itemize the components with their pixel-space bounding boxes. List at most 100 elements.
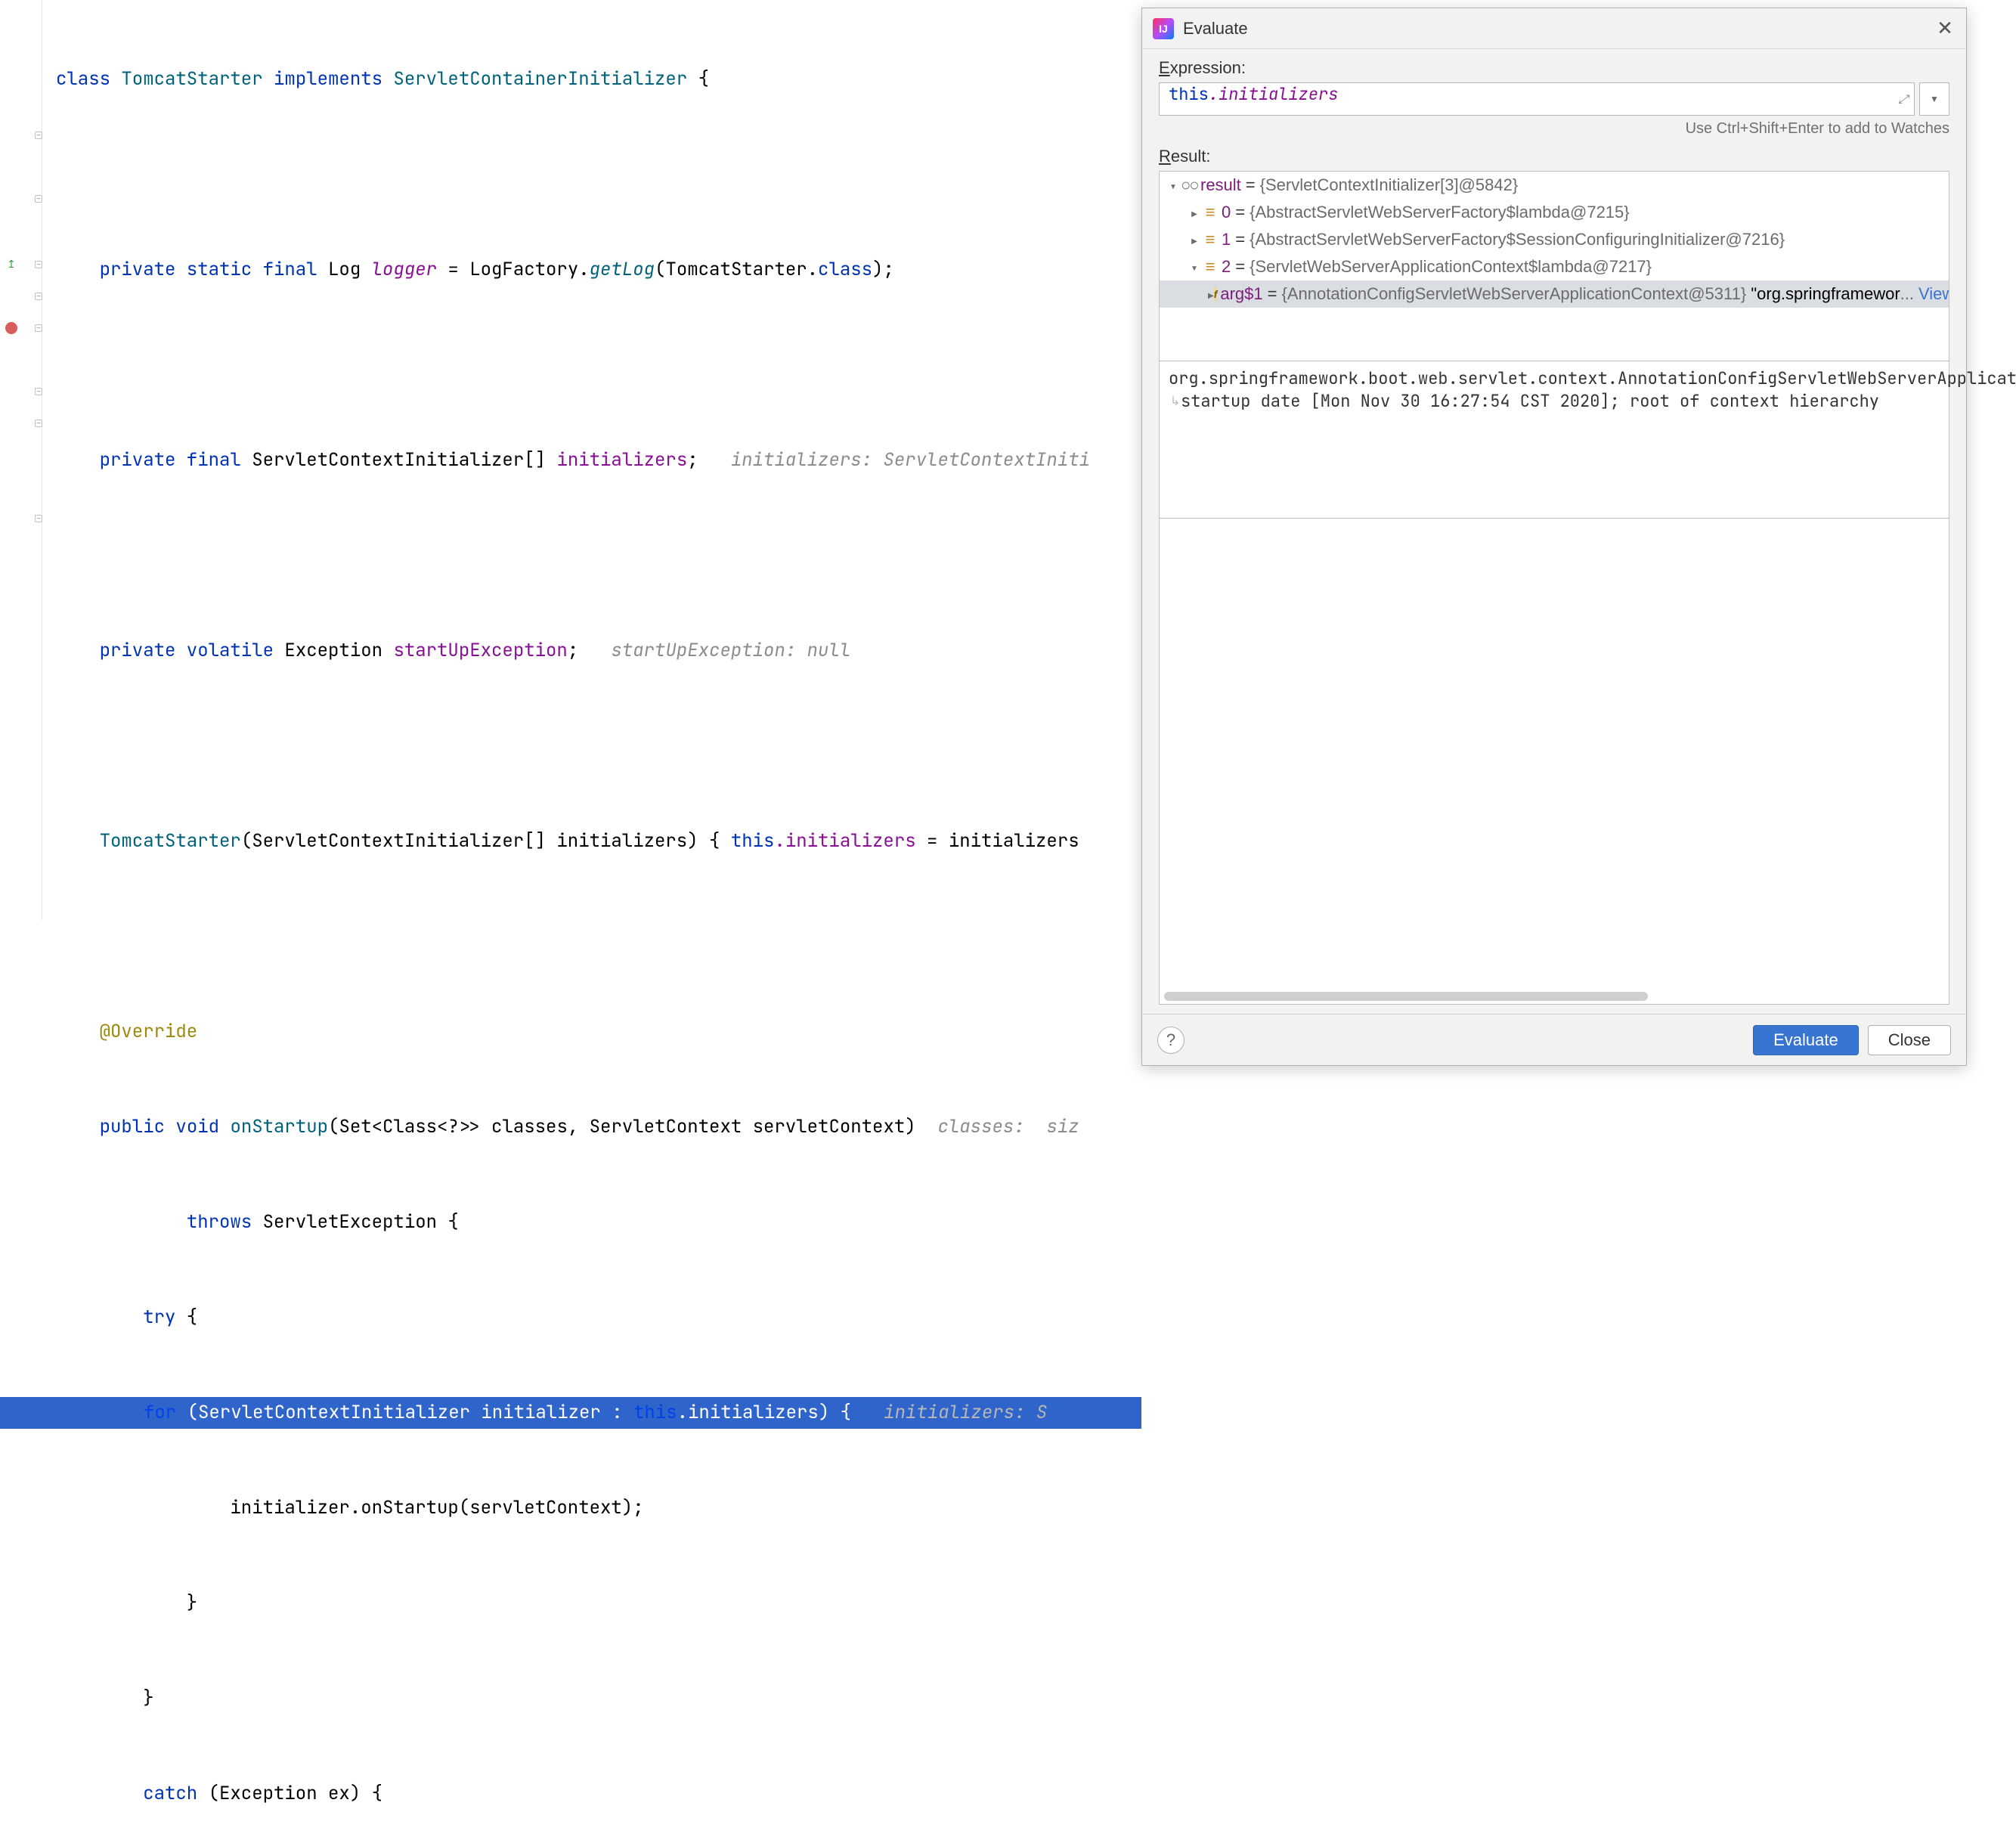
statement: initializer.onStartup(servletContext); [230, 1496, 643, 1519]
fold-toggle[interactable]: − [32, 192, 45, 206]
code: (TomcatStarter. [655, 258, 818, 281]
modifiers: private final [100, 448, 241, 472]
tree-key: arg$1 [1220, 284, 1262, 304]
method: onStartup [230, 1115, 328, 1138]
tree-expand-icon[interactable] [1187, 206, 1202, 218]
close-button[interactable]: Close [1868, 1025, 1951, 1055]
help-button[interactable]: ? [1157, 1027, 1185, 1054]
modifiers: private volatile [100, 639, 274, 662]
current-execution-line: for (ServletContextInitializer initializ… [0, 1397, 1141, 1429]
editor-gutter[interactable]: ↥ − − − − − − − − [0, 0, 42, 920]
tree-expand-icon[interactable] [1187, 261, 1202, 273]
code: (ServletContextInitializer initializer : [176, 1401, 633, 1424]
params: (ServletContextInitializer[] initializer… [241, 829, 731, 853]
modified-line-indicator: ↥ [5, 257, 18, 271]
tree-row-arg1[interactable]: f arg$1 = {AnnotationConfigServletWebSer… [1160, 280, 1949, 308]
tree-expand-icon[interactable] [1187, 234, 1202, 246]
code: ); [872, 258, 894, 281]
result-tree[interactable]: ○○ result = {ServletContextInitializer[3… [1159, 171, 1949, 361]
field: .initializers [774, 829, 915, 853]
tree-key: 0 [1222, 203, 1231, 222]
modifiers: private static final [100, 258, 317, 281]
keyword: for [144, 1401, 176, 1424]
ellipsis: ... [1900, 284, 1914, 304]
evaluate-button[interactable]: Evaluate [1753, 1025, 1859, 1055]
detail-line: startup date [Mon Nov 30 16:27:54 CST 20… [1181, 390, 1879, 412]
code: ) { [819, 1401, 851, 1424]
expression-input[interactable]: this.initializers ⤢ [1159, 82, 1915, 116]
expand-icon[interactable]: ⤢ [1898, 91, 1908, 107]
fold-toggle[interactable]: − [32, 385, 45, 398]
fold-toggle[interactable]: − [32, 512, 45, 525]
label-text: xpression: [1170, 58, 1246, 77]
keyword: class [818, 258, 872, 281]
tree-row-result[interactable]: ○○ result = {ServletContextInitializer[3… [1160, 172, 1949, 199]
type: Log [328, 258, 361, 281]
fold-toggle[interactable]: − [32, 129, 45, 142]
class-name: TomcatStarter [121, 67, 262, 91]
fold-toggle[interactable]: − [32, 321, 45, 335]
hint-text: Use Ctrl+Shift+Enter to add to Watches [1159, 120, 1949, 138]
expr-field: .initializers [1209, 83, 1339, 105]
keyword: class [56, 67, 110, 91]
tree-value: {ServletWebServerApplicationContext$lamb… [1250, 257, 1652, 277]
wrap-icon: ↳ [1170, 390, 1180, 413]
type: Exception [284, 639, 382, 662]
detail-pane[interactable]: org.springframework.boot.web.servlet.con… [1159, 361, 1949, 519]
inline-hint: initializers: S [884, 1401, 1047, 1424]
tree-expand-icon[interactable] [1208, 288, 1214, 300]
result-label: Result: [1159, 147, 1949, 166]
field: startUpException [393, 639, 567, 662]
tree-row-item-2[interactable]: ≡ 2 = {ServletWebServerApplicationContex… [1160, 253, 1949, 280]
method: getLog [590, 258, 655, 281]
tree-value: {AnnotationConfigServletWebServerApplica… [1282, 284, 1747, 304]
view-link[interactable]: View [1918, 284, 1949, 304]
tree-key: result [1200, 175, 1241, 195]
dialog-footer: ? Evaluate Close [1142, 1014, 1966, 1065]
annotation: @Override [100, 1020, 198, 1043]
keyword: this [633, 1401, 677, 1424]
constructor: TomcatStarter [100, 829, 241, 853]
keyword: void [175, 1115, 219, 1138]
type: ServletException [263, 1210, 437, 1234]
object-icon: ≡ [1202, 203, 1219, 222]
fold-toggle[interactable]: − [32, 258, 45, 271]
fold-toggle[interactable]: − [32, 417, 45, 430]
tree-expand-icon[interactable] [1166, 179, 1181, 191]
field-icon: f [1214, 287, 1218, 302]
fold-toggle[interactable]: − [32, 290, 45, 303]
lower-pane[interactable] [1159, 519, 1949, 1005]
tree-row-item-0[interactable]: ≡ 0 = {AbstractServletWebServerFactory$l… [1160, 199, 1949, 226]
horizontal-scrollbar[interactable] [1164, 992, 1648, 1001]
dialog-title-bar[interactable]: IJ Evaluate ✕ [1142, 8, 1966, 49]
code: = initializers [916, 829, 1079, 853]
type: ServletContainerInitializer [393, 67, 687, 91]
evaluate-dialog: IJ Evaluate ✕ Expression: this.initializ… [1141, 8, 1967, 1066]
keyword: throws [187, 1210, 252, 1234]
object-icon: ≡ [1202, 257, 1219, 277]
modifiers: public [100, 1115, 165, 1138]
tree-value: {ServletContextInitializer[3]@5842} [1260, 175, 1519, 195]
expression-history-dropdown[interactable]: ▼ [1919, 82, 1949, 116]
tree-value: {AbstractServletWebServerFactory$lambda@… [1250, 203, 1630, 222]
params: (Set<Class<?>> classes, ServletContext s… [328, 1115, 916, 1138]
tree-row-item-1[interactable]: ≡ 1 = {AbstractServletWebServerFactory$S… [1160, 226, 1949, 253]
intellij-logo-icon: IJ [1153, 18, 1174, 39]
field: initializers [556, 448, 687, 472]
detail-line: org.springframework.boot.web.servlet.con… [1169, 367, 1940, 390]
field: .initializers [677, 1401, 819, 1424]
keyword: implements [274, 67, 382, 91]
close-icon[interactable]: ✕ [1934, 18, 1956, 39]
type: ServletContextInitializer[] [252, 448, 546, 472]
dialog-title: Evaluate [1183, 19, 1248, 39]
editor[interactable]: ↥ − − − − − − − − class TomcatStarter im… [0, 0, 1141, 920]
inline-hint: startUpException: null [611, 639, 850, 662]
array-icon: ○○ [1181, 175, 1197, 195]
field: logger [372, 258, 437, 281]
tree-string: "org.springframewor [1751, 284, 1900, 304]
code: = LogFactory. [437, 258, 590, 281]
tree-key: 1 [1222, 230, 1231, 249]
keyword: catch [143, 1782, 197, 1805]
breakpoint-icon[interactable] [5, 321, 18, 335]
code-content[interactable]: class TomcatStarter implements ServletCo… [56, 0, 1141, 1840]
